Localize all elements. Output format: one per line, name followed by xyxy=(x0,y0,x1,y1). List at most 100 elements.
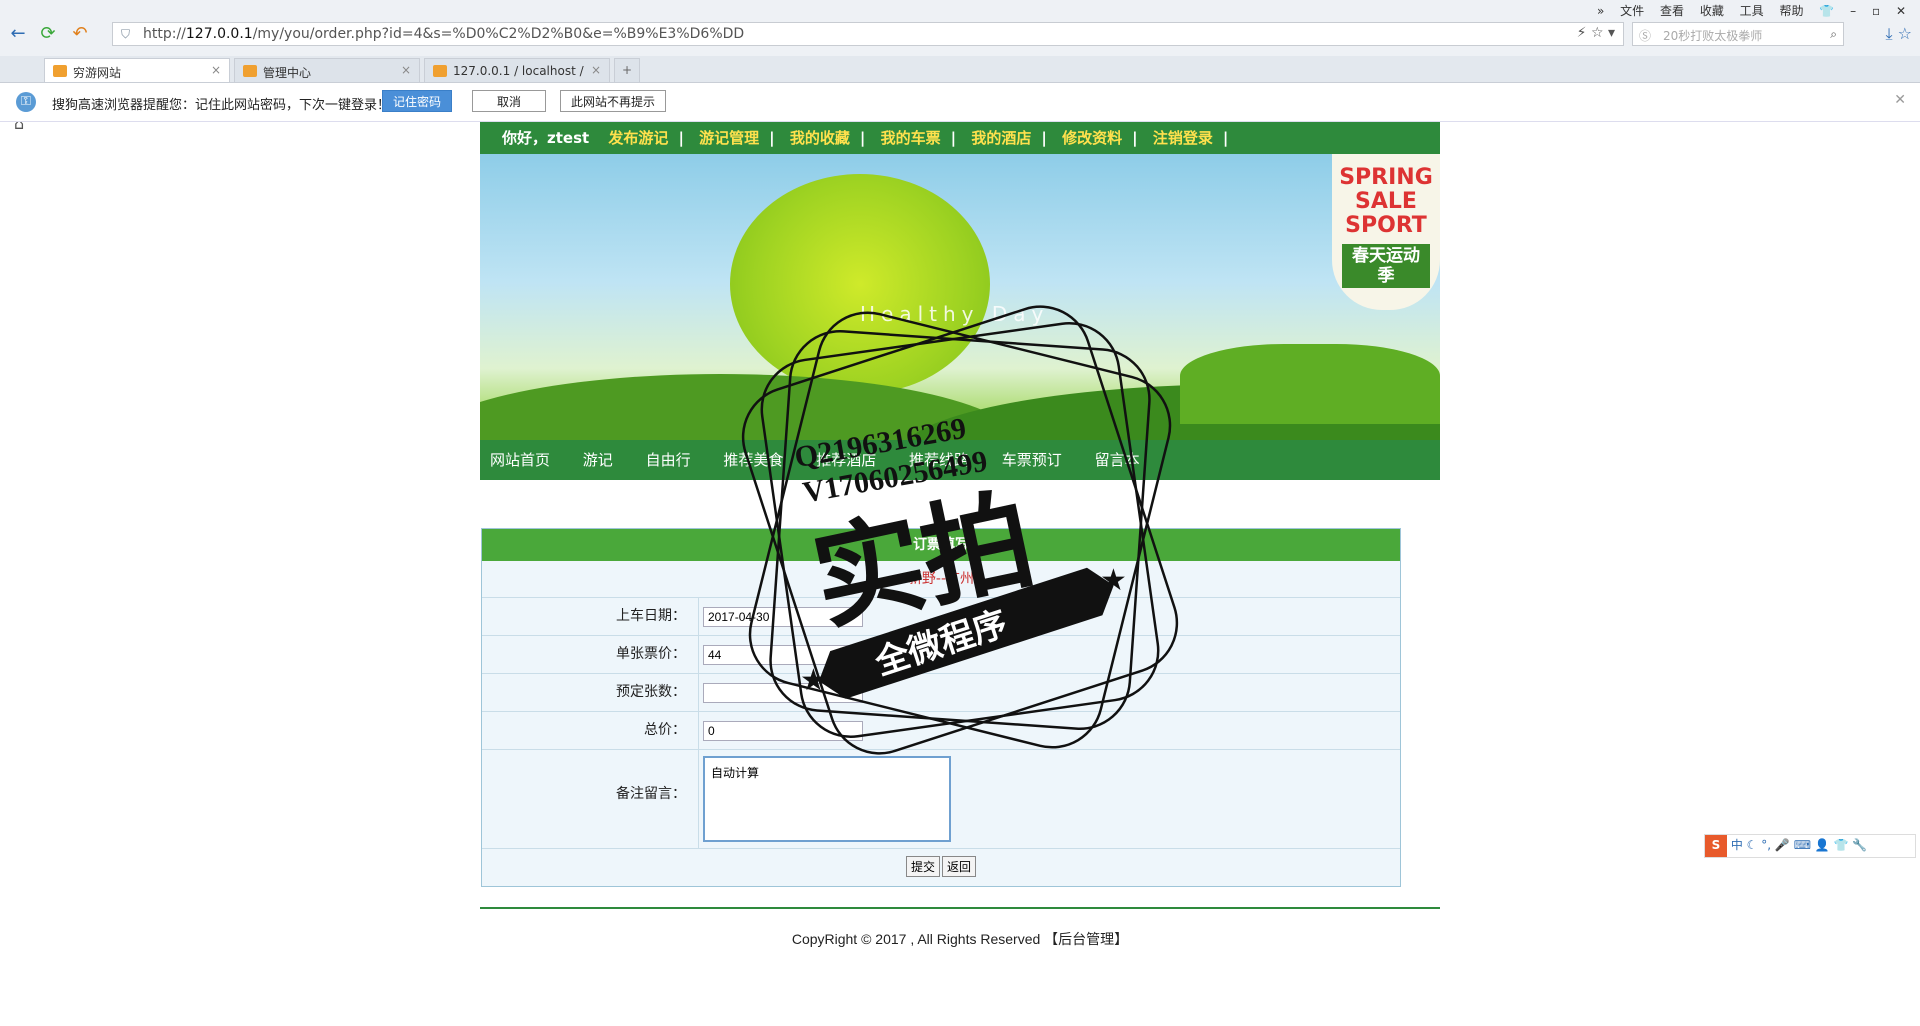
tab-admin-center[interactable]: 管理中心 × xyxy=(234,58,420,82)
form-row: 上车日期： xyxy=(482,598,1400,636)
quantity-label: 预定张数： xyxy=(482,674,699,711)
nav-separator: | xyxy=(769,129,775,147)
shirt-icon[interactable]: 👕 xyxy=(1834,838,1849,852)
skin-icon[interactable]: 👕 xyxy=(1819,4,1834,18)
nav-separator: | xyxy=(950,129,957,147)
mainnav-hotels[interactable]: 推荐酒店 xyxy=(816,440,876,480)
mainnav-home[interactable]: 网站首页 xyxy=(490,440,550,480)
mainnav-travelogue[interactable]: 游记 xyxy=(583,440,613,480)
mainnav-free-travel[interactable]: 自由行 xyxy=(646,440,691,480)
nav-my-tickets[interactable]: 我的车票 xyxy=(881,129,941,147)
nav-logout[interactable]: 注销登录 xyxy=(1153,129,1213,147)
refresh-icon[interactable]: ⟳ xyxy=(38,24,58,44)
footer-divider xyxy=(480,907,1440,909)
mainnav-routes[interactable]: 推荐线路 xyxy=(909,440,969,480)
user-nav: 你好，ztest 发布游记 | 游记管理 | 我的收藏 | 我的车票 | 我的酒店 | 修… xyxy=(480,122,1440,154)
url-host: 127.0.0.1 xyxy=(185,26,253,42)
form-actions: 提交 返回 xyxy=(482,849,1400,886)
nav-separator: | xyxy=(1041,129,1047,147)
minimize-button[interactable]: – xyxy=(1850,4,1856,18)
menu-tools[interactable]: 工具 xyxy=(1740,4,1764,18)
tab-label: 管理中心 xyxy=(263,66,312,80)
notification-message: 搜狗高速浏览器提醒您：记住此网站密码，下次一键登录！ xyxy=(52,98,391,113)
menu-favorites[interactable]: 收藏 xyxy=(1700,4,1724,18)
ticket-quantity-input[interactable] xyxy=(703,682,863,703)
keyboard-icon[interactable]: ⌨ xyxy=(1794,838,1811,852)
back-arrow-icon[interactable]: ← xyxy=(8,24,28,44)
mainnav-tickets[interactable]: 车票预订 xyxy=(1002,440,1062,480)
key-icon: ⚿ xyxy=(16,92,36,112)
copyright-text: CopyRight © 2017 , All Rights Reserved xyxy=(791,931,1041,947)
mic-icon[interactable]: 🎤 xyxy=(1775,838,1790,852)
url-path: /my/you/order.php?id=4&s=%D0%C2%D2%B0&e=… xyxy=(252,26,745,42)
cancel-button[interactable]: 取消 xyxy=(472,90,546,112)
mainnav-food[interactable]: 推荐美食 xyxy=(723,440,783,480)
admin-link[interactable]: 【后台管理】 xyxy=(1044,931,1128,947)
close-icon[interactable]: ✕ xyxy=(1894,92,1906,108)
moon-icon[interactable]: ☾ xyxy=(1747,838,1758,852)
search-box[interactable]: Ⓢ 20秒打败太极拳师 ⌕ xyxy=(1632,22,1844,46)
url-prefix: http:// xyxy=(143,26,186,42)
wrench-icon[interactable]: 🔧 xyxy=(1852,838,1867,852)
tab-localhost[interactable]: 127.0.0.1 / localhost / × xyxy=(424,58,610,82)
remember-password-button[interactable]: 记住密码 xyxy=(382,90,453,112)
punctuation-icon[interactable]: °, xyxy=(1761,838,1771,852)
banner-slogan: Healthy Day xyxy=(860,302,1050,326)
sale-line-2: SALE xyxy=(1355,189,1417,214)
shield-icon: ⛉ xyxy=(121,27,131,41)
lightning-icon[interactable]: ⚡ xyxy=(1577,25,1587,41)
departure-date-input[interactable] xyxy=(703,606,863,627)
tab-label: 穷游网站 xyxy=(73,66,122,80)
nav-manage-travelogue[interactable]: 游记管理 xyxy=(699,129,759,147)
tab-close-icon[interactable]: × xyxy=(591,63,601,77)
never-remind-button[interactable]: 此网站不再提示 xyxy=(560,90,667,112)
back-button[interactable]: 返回 xyxy=(942,856,977,877)
banner-image: Healthy Day SPRING SALE SPORT 春天运动季 xyxy=(480,154,1440,440)
menu-file[interactable]: 文件 xyxy=(1620,4,1644,18)
page-container: 你好，ztest 发布游记 | 游记管理 | 我的收藏 | 我的车票 | 我的酒店 | 修… xyxy=(480,122,1440,949)
tab-bar: ⌂ 穷游网站 × 管理中心 × 127.0.0.1 / localhost / … xyxy=(0,56,1920,133)
nav-separator: | xyxy=(1222,129,1229,147)
sale-cn-label: 春天运动季 xyxy=(1342,244,1430,288)
remark-label: 备注留言： xyxy=(482,750,699,848)
nav-my-favorites[interactable]: 我的收藏 xyxy=(790,129,850,147)
menu-more-icon[interactable]: » xyxy=(1597,4,1604,18)
browser-toolbar: » 文件 查看 收藏 工具 帮助 👕 – ▫ ✕ ← ⟳ ↶ ⛉ http://… xyxy=(0,0,1920,56)
dropdown-icon[interactable]: ▾ xyxy=(1608,25,1615,41)
address-bar[interactable]: ⛉ http://127.0.0.1/my/you/order.php?id=4… xyxy=(112,22,1624,46)
star-icon[interactable]: ☆ xyxy=(1591,25,1604,41)
tab-travel-site[interactable]: 穷游网站 × xyxy=(44,58,230,82)
nav-publish-travelogue[interactable]: 发布游记 xyxy=(608,129,668,147)
nav-edit-profile[interactable]: 修改资料 xyxy=(1062,129,1122,147)
sale-line-1: SPRING xyxy=(1339,165,1433,190)
mainnav-guestbook[interactable]: 留言本 xyxy=(1095,440,1140,480)
restore-button[interactable]: ▫ xyxy=(1872,4,1880,18)
nav-my-hotels[interactable]: 我的酒店 xyxy=(971,129,1031,147)
main-nav: 网站首页 游记 自由行 推荐美食 推荐酒店 推荐线路 车票预订 留言本 xyxy=(480,440,1440,480)
spring-sale-badge: SPRING SALE SPORT 春天运动季 xyxy=(1332,154,1440,310)
trees-graphic xyxy=(1180,344,1440,424)
close-window-button[interactable]: ✕ xyxy=(1896,4,1906,18)
ime-toolbar[interactable]: S 中 ☾ °, 🎤 ⌨ 👤 👕 🔧 xyxy=(1704,834,1916,858)
favorites-star-icon[interactable]: ☆ xyxy=(1898,24,1912,43)
new-tab-button[interactable]: + xyxy=(614,58,640,82)
search-icon[interactable]: ⌕ xyxy=(1830,27,1837,42)
submit-button[interactable]: 提交 xyxy=(905,856,940,877)
undo-icon[interactable]: ↶ xyxy=(70,24,90,44)
pma-favicon-icon xyxy=(53,65,67,77)
menu-view[interactable]: 查看 xyxy=(1660,4,1684,18)
remark-textarea[interactable]: 自动计算 xyxy=(703,756,951,842)
user-icon[interactable]: 👤 xyxy=(1815,838,1830,852)
sogou-ime-logo: S xyxy=(1705,835,1727,857)
ticket-price-input[interactable] xyxy=(703,644,863,665)
total-price-input[interactable] xyxy=(703,720,863,741)
ime-mode[interactable]: 中 xyxy=(1731,838,1743,852)
form-row: 单张票价： xyxy=(482,636,1400,674)
tab-close-icon[interactable]: × xyxy=(401,63,411,77)
form-row: 总价： xyxy=(482,712,1400,750)
tab-close-icon[interactable]: × xyxy=(211,63,221,77)
form-row: 预定张数： xyxy=(482,674,1400,712)
download-icon[interactable]: ⤓ xyxy=(1885,24,1892,43)
nav-separator: | xyxy=(1132,129,1138,147)
menu-help[interactable]: 帮助 xyxy=(1780,4,1804,18)
